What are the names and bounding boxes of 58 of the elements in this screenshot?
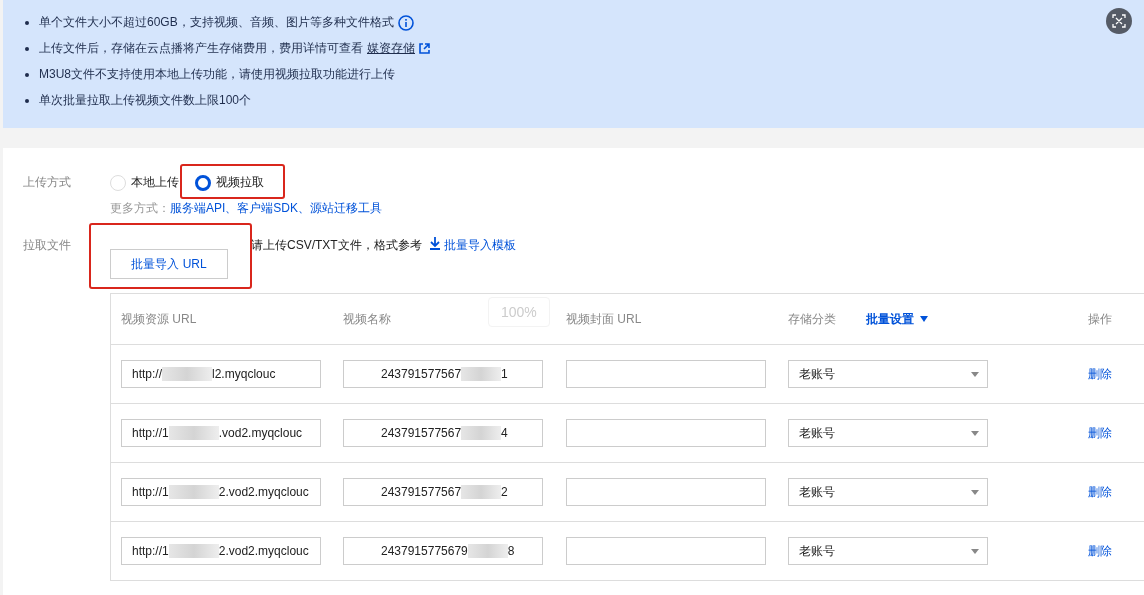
bullet-icon (25, 20, 29, 25)
column-header: 视频名称 (343, 310, 391, 328)
delete-link[interactable]: 删除 (1088, 365, 1144, 383)
notice-text: 单次批量拉取上传视频文件数上限100个 (39, 92, 252, 109)
close-icon (1112, 14, 1126, 28)
separator: 、 (298, 200, 311, 217)
template-link[interactable]: 批量导入模板 (443, 237, 516, 279)
name-field[interactable]: 243791577567 2 (343, 478, 543, 506)
column-header: 存储分类 (788, 310, 836, 328)
category-select[interactable]: 老账号 (788, 419, 988, 447)
caret-icon (971, 371, 979, 377)
category-select[interactable]: 老账号 (788, 537, 988, 565)
url-field[interactable]: http:// l2.myqclouc (121, 360, 321, 388)
name-field[interactable]: 243791577567 4 (343, 419, 543, 447)
caret-icon (920, 316, 928, 322)
cover-url-field[interactable] (566, 419, 766, 447)
pull-files-label: 拉取文件 (23, 237, 72, 254)
notice-text: 单个文件大小不超过60GB，支持视频、音频、图片等多种文件格式 (39, 14, 394, 31)
method-link[interactable]: 服务端API (170, 200, 226, 217)
delete-link[interactable]: 删除 (1088, 542, 1144, 560)
bullet-icon (25, 72, 29, 77)
radio-icon[interactable] (195, 174, 211, 191)
category-select[interactable]: 老账号 (788, 478, 988, 506)
method-link[interactable]: 客户端SDK (237, 200, 299, 217)
caret-icon (971, 430, 979, 436)
url-field[interactable]: http://1 2.vod2.myqclouc (121, 478, 321, 506)
name-field[interactable]: 243791577567 1 (343, 360, 543, 388)
method-link[interactable]: 源站迁移工具 (310, 200, 383, 217)
screenshot-close-button[interactable] (1106, 8, 1132, 34)
url-field[interactable]: http://1 2.vod2.myqclouc (121, 537, 321, 565)
external-link-icon[interactable] (419, 43, 430, 54)
import-url-button[interactable]: 批量导入 URL (110, 249, 228, 279)
separator: 、 (225, 200, 238, 217)
name-field[interactable]: 2437915775679 8 (343, 537, 543, 565)
bullet-icon (25, 46, 29, 51)
column-header: 视频封面 URL (566, 310, 642, 328)
column-header: 视频资源 URL (121, 310, 197, 328)
bullet-icon (25, 98, 29, 103)
cover-url-field[interactable] (566, 360, 766, 388)
notice-text: M3U8文件不支持使用本地上传功能，请使用视频拉取功能进行上传 (39, 66, 395, 83)
url-field[interactable]: http://1 .vod2.myqclouc (121, 419, 321, 447)
notice-text: 上传文件后，存储在云点播将产生存储费用，费用详情可查看 (39, 40, 363, 57)
storage-link[interactable]: 媒资存储 (367, 40, 415, 57)
info-icon[interactable] (397, 14, 414, 31)
more-methods-label: 更多方式： (110, 200, 170, 217)
delete-link[interactable]: 删除 (1088, 424, 1144, 442)
radio-option[interactable]: 本地上传 (110, 174, 179, 191)
radio-option[interactable]: 视频拉取 (195, 174, 264, 191)
hint-text: 请上传CSV/TXT文件，格式参考 (251, 237, 422, 254)
upload-method-label: 上传方式 (23, 174, 72, 191)
cover-url-field[interactable] (566, 478, 766, 506)
delete-link[interactable]: 删除 (1088, 483, 1144, 501)
caret-icon (971, 489, 979, 495)
category-select[interactable]: 老账号 (788, 360, 988, 388)
cover-url-field[interactable] (566, 537, 766, 565)
caret-icon (971, 548, 979, 554)
batch-settings-link[interactable]: 批量设置 (866, 310, 928, 328)
column-header: 操作 (1088, 310, 1112, 328)
